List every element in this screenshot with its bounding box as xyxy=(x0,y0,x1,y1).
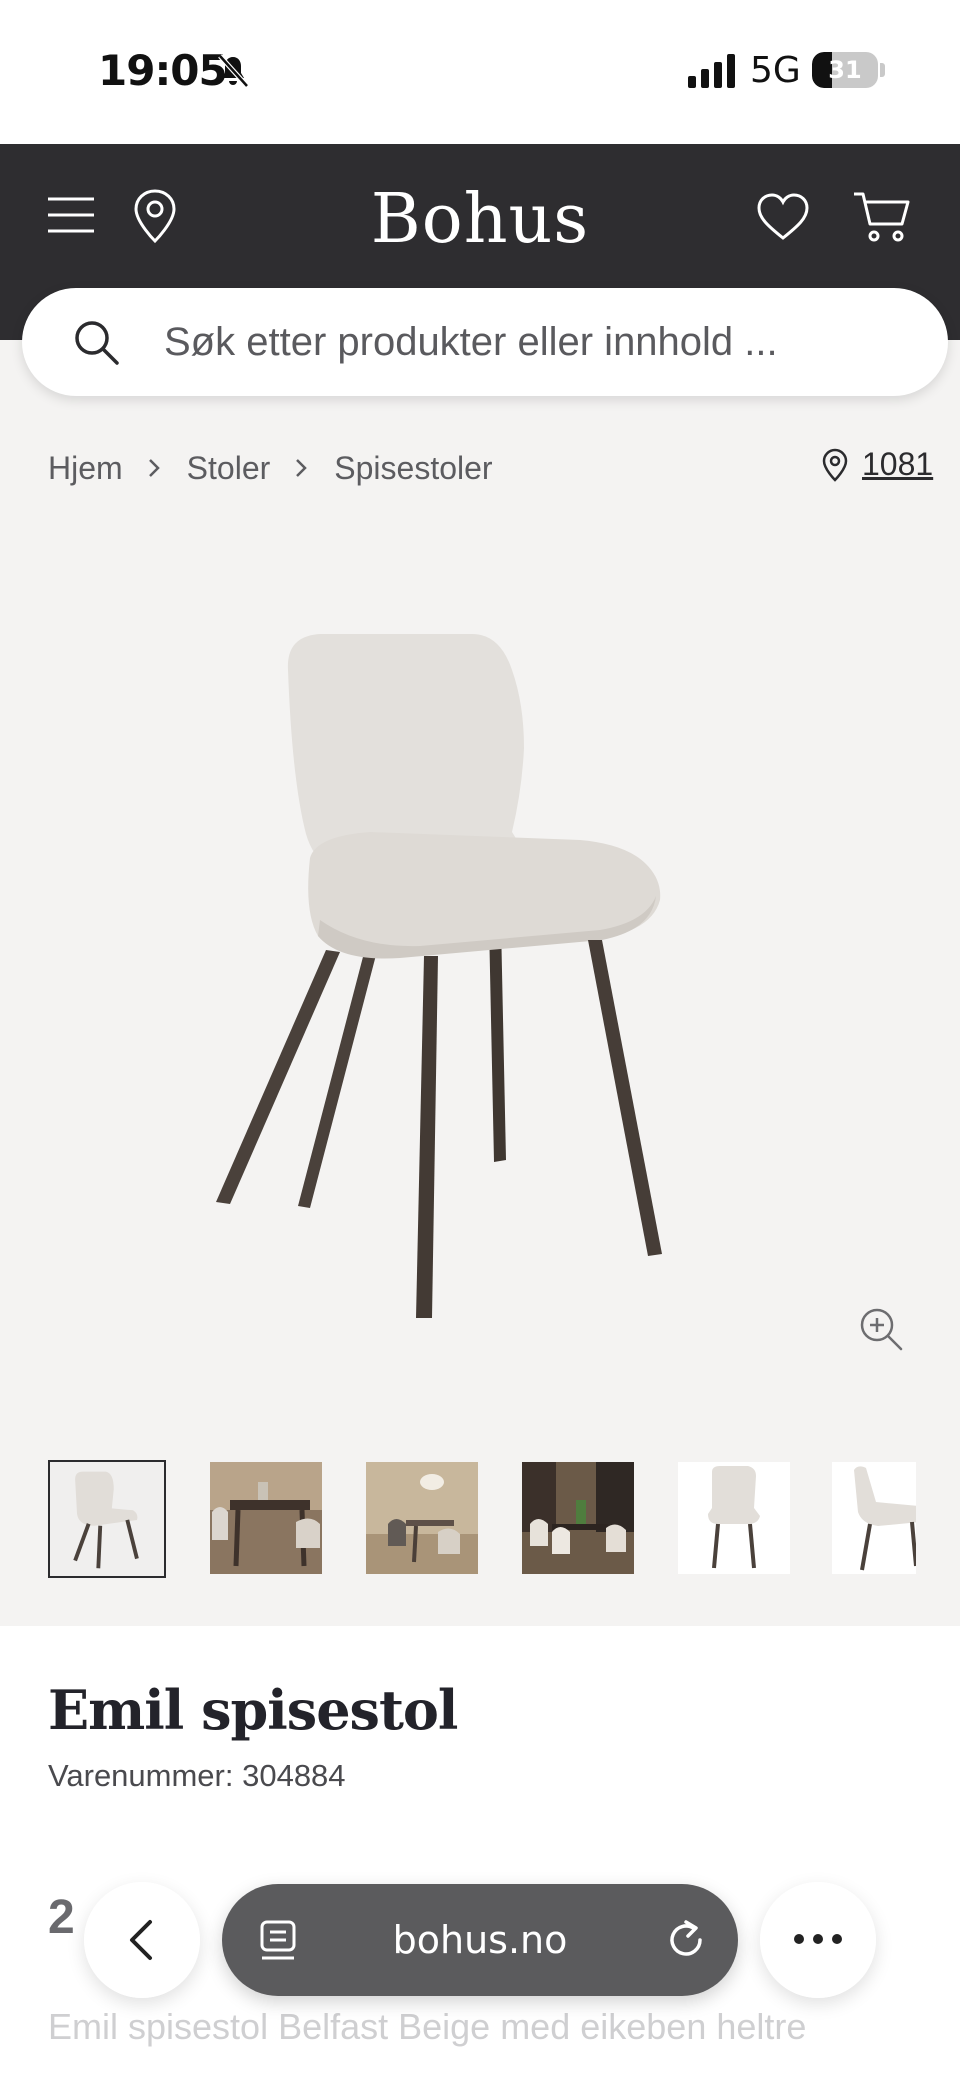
thumbnail-2[interactable] xyxy=(210,1462,322,1574)
location-pin-icon xyxy=(822,448,848,482)
status-bar: 19:05 5G 31 xyxy=(0,0,960,144)
chevron-right-icon xyxy=(148,459,160,477)
breadcrumb: Hjem Stoler Spisestoler xyxy=(48,446,493,490)
status-time: 19:05 xyxy=(98,46,228,95)
product-title: Emil spisestol xyxy=(48,1678,458,1742)
breadcrumb-home[interactable]: Hjem xyxy=(48,450,123,487)
product-description: Emil spisestol Belfast Beige med eikeben… xyxy=(48,2006,807,2047)
more-icon xyxy=(794,1934,842,1944)
search-input[interactable] xyxy=(164,310,904,374)
breadcrumb-chairs[interactable]: Stoler xyxy=(187,450,271,487)
product-image[interactable] xyxy=(200,600,760,1340)
heart-icon[interactable] xyxy=(756,192,810,242)
browser-url[interactable]: bohus.no xyxy=(222,1918,738,1962)
bell-muted-icon xyxy=(218,54,249,88)
thumbnail-1[interactable] xyxy=(48,1460,166,1578)
store-code[interactable]: 1081 xyxy=(862,446,933,483)
battery-level: 31 xyxy=(828,56,862,84)
chevron-right-icon xyxy=(296,459,308,477)
thumbnail-3[interactable] xyxy=(366,1462,478,1574)
battery-tip xyxy=(880,63,885,77)
battery-icon: 31 xyxy=(812,52,878,88)
browser-address-bar[interactable]: bohus.no xyxy=(222,1884,738,1996)
network-label: 5G xyxy=(750,50,801,91)
browser-back-button[interactable] xyxy=(84,1882,200,1998)
product-info: Emil spisestol Varenummer: 304884 2 Emil… xyxy=(0,1626,960,2081)
store-selector[interactable]: 1081 xyxy=(822,446,933,483)
signal-icon xyxy=(688,54,735,88)
thumbnail-4[interactable] xyxy=(522,1462,634,1574)
reload-icon[interactable] xyxy=(664,1918,708,1962)
search-icon[interactable] xyxy=(72,318,120,366)
product-sku: Varenummer: 304884 xyxy=(48,1758,346,1793)
thumbnail-strip xyxy=(48,1460,916,1580)
breadcrumb-dining-chairs[interactable]: Spisestoler xyxy=(334,450,492,487)
cart-icon[interactable] xyxy=(852,190,912,244)
back-icon xyxy=(130,1920,152,1960)
browser-more-button[interactable] xyxy=(760,1882,876,1998)
search-bar[interactable] xyxy=(22,288,948,396)
thumbnail-6[interactable] xyxy=(832,1462,916,1574)
brand-logo[interactable]: Bohus xyxy=(0,180,960,259)
product-price: 2 xyxy=(48,1891,75,1944)
zoom-in-icon[interactable] xyxy=(858,1306,904,1352)
thumbnail-5[interactable] xyxy=(678,1462,790,1574)
